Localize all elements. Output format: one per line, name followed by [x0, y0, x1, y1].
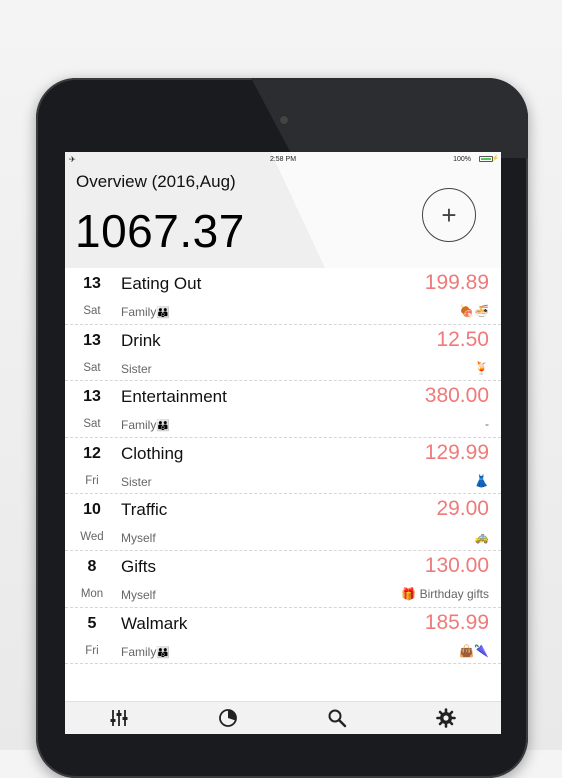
- entry-day: 10: [83, 501, 101, 519]
- entry-person: Sister: [121, 361, 152, 376]
- entry-note: 🍹: [474, 360, 489, 375]
- add-entry-button[interactable]: +: [422, 188, 476, 242]
- frame-reflection: [251, 78, 528, 158]
- entry-note: 🎁 Birthday gifts: [401, 586, 489, 601]
- entry-row[interactable]: 13 Entertainment 380.00 Sat Family👪 -: [65, 381, 501, 438]
- entry-day: 8: [87, 557, 97, 575]
- entry-amount: 129.99: [424, 440, 489, 464]
- status-bar: ✈ 2:58 PM 100% ⚡: [65, 152, 501, 166]
- entries-list: 13 Eating Out 199.89 Sat Family👪 🍖🍜 13 Drink 12.…: [65, 268, 501, 665]
- entry-day: 13: [83, 388, 101, 406]
- tab-bar: [65, 701, 501, 734]
- family-icon: 👪: [156, 420, 171, 433]
- search-icon[interactable]: [327, 708, 347, 728]
- entry-day: 5: [87, 614, 97, 632]
- entry-day: 13: [83, 275, 101, 292]
- charging-icon: ⚡: [491, 156, 499, 162]
- entry-weekday: Sat: [83, 305, 101, 317]
- battery-percent: 100%: [453, 156, 471, 163]
- entry-person: Family👪: [121, 305, 171, 319]
- front-camera: [280, 116, 288, 124]
- entry-day: 13: [83, 331, 101, 349]
- entry-category: Eating Out: [121, 274, 202, 293]
- entry-category: Traffic: [121, 500, 168, 520]
- entry-category: Drink: [121, 330, 161, 350]
- entry-day: 12: [83, 444, 101, 462]
- entry-weekday: Fri: [85, 474, 99, 487]
- entry-row[interactable]: 10 Traffic 29.00 Wed Myself 🚕: [65, 494, 501, 551]
- overview-header: ✈ 2:58 PM 100% ⚡ Overview (2016,Aug) 106…: [65, 152, 501, 268]
- entry-person: Sister: [121, 474, 152, 489]
- entry-row[interactable]: 12 Clothing 129.99 Fri Sister 👗: [65, 438, 501, 495]
- entry-person: Family👪: [121, 418, 171, 433]
- family-icon: 👪: [156, 646, 171, 659]
- entry-amount: 130.00: [424, 553, 489, 577]
- entry-weekday: Sat: [83, 361, 101, 374]
- total-amount: 1067.37: [75, 205, 245, 257]
- entry-note: 👜🌂: [459, 643, 489, 658]
- entry-category: Clothing: [121, 443, 184, 463]
- entry-weekday: Wed: [80, 531, 104, 544]
- entry-weekday: Mon: [80, 587, 104, 600]
- entry-row[interactable]: 8 Gifts 130.00 Mon Myself 🎁 Birthday gifts: [65, 551, 501, 608]
- entry-amount: 185.99: [424, 610, 489, 634]
- entry-amount: 380.00: [424, 384, 489, 408]
- entry-weekday: Sat: [83, 418, 101, 431]
- entry-category: Gifts: [121, 556, 156, 576]
- entry-amount: 12.50: [436, 327, 489, 351]
- entry-amount: 29.00: [436, 497, 489, 521]
- entry-amount: 199.89: [424, 271, 489, 294]
- entry-note: -: [485, 417, 489, 432]
- sliders-icon[interactable]: [109, 708, 129, 728]
- entry-weekday: Fri: [85, 644, 99, 657]
- entry-person: Myself: [121, 531, 156, 546]
- entry-note: 🍖🍜: [459, 304, 489, 318]
- gear-icon[interactable]: [436, 708, 456, 728]
- entry-person: Myself: [121, 587, 156, 602]
- page-title: Overview (2016,Aug): [76, 172, 236, 191]
- entry-row[interactable]: 5 Walmark 185.99 Fri Family👪 👜🌂: [65, 608, 501, 665]
- entry-note: 👗: [474, 473, 489, 488]
- entry-category: Entertainment: [121, 387, 227, 407]
- pie-chart-icon[interactable]: [218, 708, 238, 728]
- entry-category: Walmark: [121, 613, 188, 633]
- app-screen: ✈ 2:58 PM 100% ⚡ Overview (2016,Aug) 106…: [65, 152, 501, 734]
- entry-person: Family👪: [121, 644, 171, 659]
- entry-row[interactable]: 13 Eating Out 199.89 Sat Family👪 🍖🍜: [65, 268, 501, 325]
- entry-note: 🚕: [474, 530, 489, 545]
- family-icon: 👪: [156, 307, 171, 319]
- status-time: 2:58 PM: [269, 156, 297, 163]
- entry-row[interactable]: 13 Drink 12.50 Sat Sister 🍹: [65, 325, 501, 382]
